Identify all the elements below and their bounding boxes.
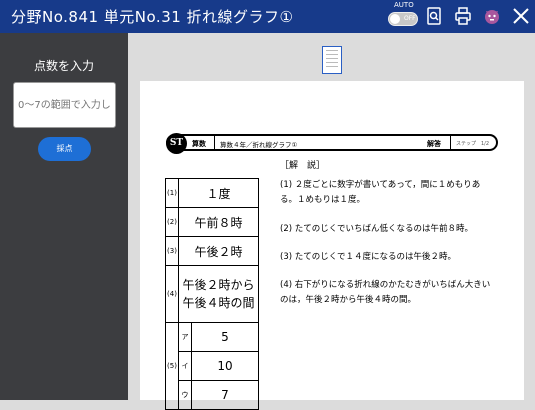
sheet-title: 算数４年／折れ線グラフ① [220, 141, 298, 149]
answer-sheet: ST 算数 算数４年／折れ線グラフ① 解答 ステップ 1/2 ［解 説］ (1)… [140, 81, 524, 410]
explanation-heading: ［解 説］ [280, 161, 326, 171]
answer-line: 午後４時の間 [182, 296, 255, 310]
explanation-2: (2) たてのじくでいちばん低くなるのは午前８時。 [280, 224, 473, 234]
explanation-3: (3) たてのじくで１４度になるのは午後２時。 [280, 252, 456, 262]
close-icon[interactable] [511, 6, 531, 26]
print-icon[interactable] [453, 6, 473, 26]
score-input[interactable] [13, 82, 116, 128]
question-number: (3) [165, 236, 179, 266]
auto-toggle[interactable]: AUTO OFF [386, 1, 420, 31]
sheet-header: ST 算数 算数４年／折れ線グラフ① 解答 ステップ 1/2 [166, 133, 498, 154]
sub-label: ア [178, 322, 192, 352]
divider [450, 136, 451, 149]
auto-label: AUTO [394, 1, 414, 9]
search-document-icon[interactable] [424, 6, 444, 26]
answer-cell: 5 [191, 322, 259, 352]
divider [214, 136, 215, 149]
answer-label: 解答 [427, 140, 441, 148]
question-number: (4) [165, 265, 179, 323]
sub-label: イ [178, 351, 192, 381]
question-number: (2) [165, 207, 179, 237]
answer-cell: 午後２時から 午後４時の間 [178, 265, 259, 323]
answer-cell: 10 [191, 351, 259, 381]
question-number: (1) [165, 178, 179, 208]
score-panel: 点数を入力 採点 [0, 33, 128, 400]
answer-cell: 午後２時 [178, 236, 259, 266]
question-number: (5) [165, 322, 179, 410]
answer-cell: 7 [191, 380, 259, 410]
answer-table: (1) １度 (2) 午前８時 (3) 午後２時 (4) 午後２時から 午後４時… [165, 178, 259, 410]
st-logo: ST [166, 133, 187, 154]
auto-switch[interactable]: OFF [388, 12, 418, 26]
character-icon[interactable] [482, 6, 502, 26]
answer-line: 午後２時から [182, 278, 255, 292]
explanation-4: (4) 右下がりになる折れ線のかたむきがいちばん大きいのは，午後２時から午後４時… [280, 280, 491, 305]
app-header: 分野No.841 単元No.31 折れ線グラフ① AUTO OFF [0, 0, 535, 33]
subject-label: 算数 [192, 140, 206, 148]
toggle-knob [390, 14, 400, 24]
explanation-1: (1) ２度ごとに数字が書いてあって，間に１めもりある。１めもりは１度。 [280, 180, 481, 205]
score-prompt: 点数を入力 [33, 59, 94, 73]
toggle-state: OFF [404, 15, 416, 22]
page-title: 分野No.841 単元No.31 折れ線グラフ① [11, 8, 294, 26]
page-thumbnail[interactable] [322, 46, 342, 74]
answer-cell: １度 [178, 178, 259, 208]
sub-label: ウ [178, 380, 192, 410]
grade-button[interactable]: 採点 [38, 137, 91, 161]
step-label: ステップ 1/2 [456, 141, 490, 147]
answer-cell: 午前８時 [178, 207, 259, 237]
